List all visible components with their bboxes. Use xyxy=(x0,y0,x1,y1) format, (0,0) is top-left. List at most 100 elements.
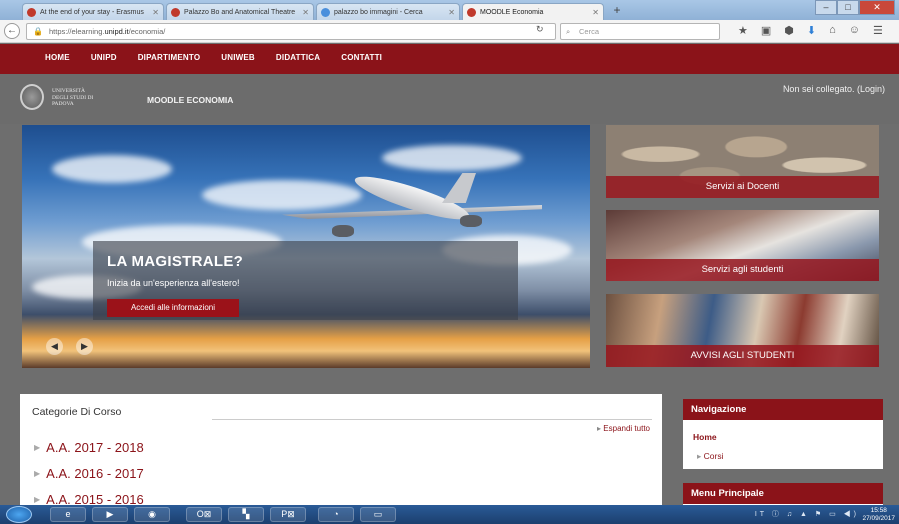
menu-home[interactable]: HOME xyxy=(45,53,70,62)
nav-home-link[interactable]: Home xyxy=(693,432,717,442)
airplane-tail xyxy=(442,173,476,203)
powerpoint-icon[interactable]: P⊠ xyxy=(270,507,306,522)
download-icon[interactable]: ⬇ xyxy=(807,24,816,37)
address-bar[interactable]: 🔒 https://elearning.unipd.it/economia/ xyxy=(26,23,556,40)
browser-tab-bar: At the end of your stay - Erasmus ✕ Pala… xyxy=(0,0,899,20)
red-circle-icon xyxy=(27,7,36,17)
minimize-button[interactable]: – xyxy=(815,0,837,15)
browser-nav-bar: ← 🔒 https://elearning.unipd.it/economia/… xyxy=(0,20,899,43)
menu-dipartimento[interactable]: DIPARTIMENTO xyxy=(138,53,201,62)
slider-caption: LA MAGISTRALE? Inizia da un'esperienza a… xyxy=(93,241,518,320)
airplane-engine xyxy=(332,225,354,237)
pocket-icon[interactable]: ⬢ xyxy=(784,24,794,37)
expand-triangle-icon: ▶ xyxy=(34,469,41,478)
divider xyxy=(212,419,652,420)
tab-title: palazzo bo immagini - Cerca xyxy=(334,8,423,16)
explorer-icon[interactable]: ▭ xyxy=(360,507,396,522)
back-button[interactable]: ← xyxy=(4,23,20,39)
cloud xyxy=(202,180,362,210)
paint-icon[interactable]: ◔ xyxy=(318,507,354,522)
clock-time: 15:58 xyxy=(870,507,887,514)
menu-contatti[interactable]: CONTATTI xyxy=(341,53,382,62)
reload-icon[interactable]: ↻ xyxy=(536,24,544,35)
start-button[interactable] xyxy=(6,506,32,523)
search-input[interactable]: ⌕ Cerca xyxy=(560,23,720,40)
library-icon[interactable]: ▣ xyxy=(761,24,771,37)
red-circle-icon xyxy=(467,7,476,17)
url-path: /economia/ xyxy=(128,27,166,36)
google-icon xyxy=(321,7,330,17)
close-tab-icon[interactable]: ✕ xyxy=(298,8,309,17)
menu-icon[interactable]: ☰ xyxy=(873,24,883,37)
new-tab-button[interactable]: + xyxy=(606,3,628,18)
navigation-title: Navigazione xyxy=(683,399,883,420)
category-label: A.A. 2017 - 2018 xyxy=(46,440,144,455)
panel-teacher-services[interactable]: Servizi ai Docenti xyxy=(606,125,879,198)
taskbar-clock[interactable]: 15:58 27/09/2017 xyxy=(862,507,895,522)
panel-label: Servizi agli studenti xyxy=(606,259,879,281)
outlook-icon[interactable]: O⊠ xyxy=(186,507,222,522)
cloud xyxy=(52,155,172,183)
window-controls: – □ ✕ xyxy=(815,0,895,16)
expand-all-link[interactable]: Espandi tutto xyxy=(597,424,650,433)
search-placeholder: Cerca xyxy=(579,27,600,36)
site-header: UNIVERSITÀ DEGLI STUDI DI PADOVA MOODLE … xyxy=(0,74,899,124)
tab-moodle-economia[interactable]: MOODLE Economia ✕ xyxy=(462,3,604,20)
tab-title: Palazzo Bo and Anatomical Theatre xyxy=(184,8,296,16)
cloud xyxy=(382,145,522,171)
system-tray[interactable]: IT ⓘ ♫ ▲ ⚑ ▭ ◀) xyxy=(755,509,859,519)
expand-triangle-icon: ▶ xyxy=(34,443,41,452)
maximize-button[interactable]: □ xyxy=(837,0,859,15)
nav-corsi-link[interactable]: Corsi xyxy=(697,451,724,462)
url-domain: unipd.it xyxy=(104,27,129,36)
windows-taskbar: e ▶ ◉ O⊠ ▚ P⊠ ◔ ▭ IT ⓘ ♫ ▲ ⚑ ▭ ◀) 15:58 … xyxy=(0,505,899,524)
login-status[interactable]: Non sei collegato. (Login) xyxy=(783,84,885,94)
url-prefix: https://elearning. xyxy=(49,27,105,36)
panel-label: AVVISI AGLI STUDENTI xyxy=(606,345,879,367)
tab-erasmus[interactable]: At the end of your stay - Erasmus ✕ xyxy=(22,3,164,20)
info-access-button[interactable]: Accedi alle informazioni xyxy=(107,299,239,317)
tab-title: At the end of your stay - Erasmus xyxy=(40,8,144,16)
firefox-icon[interactable]: ◉ xyxy=(134,507,170,522)
tab-palazzo-bo[interactable]: Palazzo Bo and Anatomical Theatre ✕ xyxy=(166,3,314,20)
bookmark-star-icon[interactable]: ★ xyxy=(738,24,748,37)
course-categories: Categorie Di Corso Espandi tutto ▶ A.A. 2… xyxy=(20,394,662,507)
clock-date: 27/09/2017 xyxy=(862,514,895,522)
navigation-block: Navigazione Home Corsi xyxy=(683,399,883,469)
lock-icon: 🔒 xyxy=(33,27,43,36)
panel-student-services[interactable]: Servizi agli studenti xyxy=(606,210,879,281)
main-menu-title: Menu Principale xyxy=(683,483,883,504)
media-player-icon[interactable]: ▶ xyxy=(92,507,128,522)
window-close-button[interactable]: ✕ xyxy=(859,0,895,15)
panel-student-notices[interactable]: AVVISI AGLI STUDENTI xyxy=(606,294,879,367)
red-circle-icon xyxy=(171,7,180,17)
slider-next-icon[interactable]: ▶ xyxy=(76,338,93,355)
expand-triangle-icon: ▶ xyxy=(34,495,41,504)
category-item[interactable]: ▶ A.A. 2017 - 2018 xyxy=(34,440,144,455)
home-icon[interactable]: ⌂ xyxy=(829,24,836,37)
university-seal-logo[interactable] xyxy=(20,84,44,110)
site-top-menu: HOME UNIPD DIPARTIMENTO UNIWEB DIDATTICA… xyxy=(0,44,899,74)
menu-unipd[interactable]: UNIPD xyxy=(91,53,117,62)
toolbar-icons: ★ ▣ ⬢ ⬇ ⌂ ☺ ☰ xyxy=(738,24,883,37)
category-label: A.A. 2016 - 2017 xyxy=(46,466,144,481)
main-menu-block: Menu Principale xyxy=(683,483,883,507)
slider-title: LA MAGISTRALE? xyxy=(107,253,244,270)
university-logo-text: UNIVERSITÀ DEGLI STUDI DI PADOVA xyxy=(52,88,94,107)
photos-icon[interactable]: ▚ xyxy=(228,507,264,522)
sync-icon[interactable]: ☺ xyxy=(849,24,860,37)
close-tab-icon[interactable]: ✕ xyxy=(148,8,159,17)
airplane-engine xyxy=(460,215,482,227)
ie-icon[interactable]: e xyxy=(50,507,86,522)
close-tab-icon[interactable]: ✕ xyxy=(444,8,455,17)
categories-title: Categorie Di Corso xyxy=(32,406,122,418)
menu-uniweb[interactable]: UNIWEB xyxy=(221,53,255,62)
search-icon: ⌕ xyxy=(566,27,571,36)
tab-search[interactable]: palazzo bo immagini - Cerca ✕ xyxy=(316,3,460,20)
menu-didattica[interactable]: DIDATTICA xyxy=(276,53,320,62)
close-tab-icon[interactable]: ✕ xyxy=(588,8,599,17)
slider-prev-icon[interactable]: ◀ xyxy=(46,338,63,355)
site-name[interactable]: MOODLE ECONOMIA xyxy=(147,95,233,105)
slider-subtitle: Inizia da un'esperienza all'estero! xyxy=(107,278,240,288)
category-item[interactable]: ▶ A.A. 2016 - 2017 xyxy=(34,466,144,481)
